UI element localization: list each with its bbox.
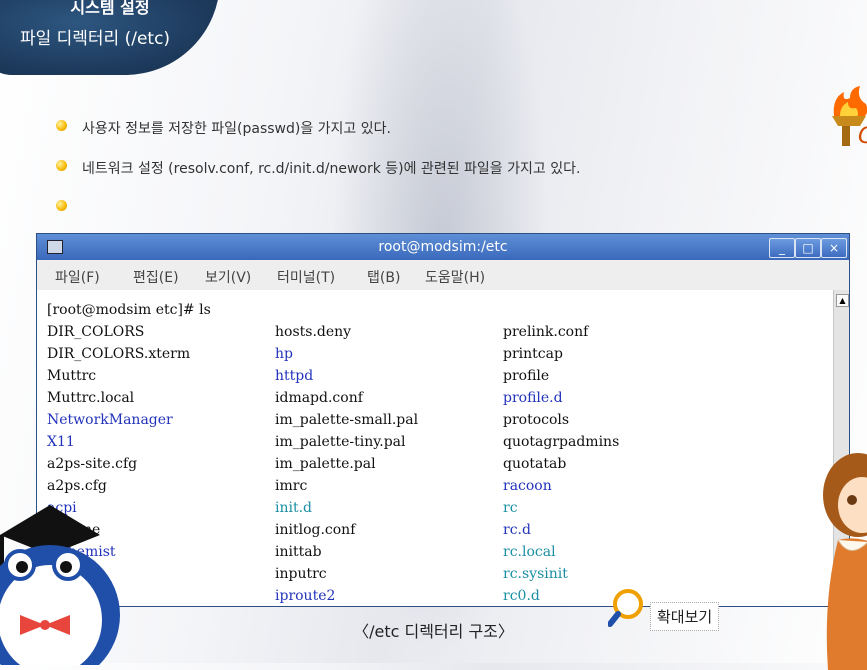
file-entry: im_palette-tiny.pal bbox=[275, 434, 406, 450]
menu-help[interactable]: 도움말(H) bbox=[425, 267, 485, 287]
torch-letter: C bbox=[858, 124, 867, 149]
file-entry: DIR_COLORS bbox=[47, 324, 145, 340]
menu-bar: 파일(F) 편집(E) 보기(V) 터미널(T) 탭(B) 도움말(H) bbox=[37, 260, 849, 290]
file-entry: Muttrc bbox=[47, 368, 97, 384]
bullet-icon bbox=[56, 120, 67, 131]
bullet-text: 사용자 정보를 저장한 파일(passwd)을 가지고 있다. bbox=[82, 121, 391, 137]
file-entry: hp bbox=[275, 346, 293, 362]
zoom-label[interactable]: 확대보기 bbox=[650, 602, 720, 631]
file-entry: rc.sysinit bbox=[503, 566, 568, 582]
file-entry: rc.local bbox=[503, 544, 556, 560]
file-entry: X11 bbox=[47, 434, 75, 450]
menu-terminal[interactable]: 터미널(T) bbox=[277, 267, 335, 287]
terminal-output[interactable]: [root@modsim etc]# ls DIR_COLORS DIR_COLO… bbox=[37, 290, 833, 606]
listing-column-2: hosts.deny hp httpd idmapd.conf im_palette-s… bbox=[275, 324, 419, 606]
file-entry: profile.d bbox=[503, 390, 563, 406]
bullet-text: 네트워크 설정 (resolv.conf, rc.d/init.d/nework… bbox=[82, 161, 581, 177]
file-entry: rc.d bbox=[503, 522, 531, 538]
file-entry: protocols bbox=[503, 412, 570, 428]
file-entry: a2ps-site.cfg bbox=[47, 456, 138, 472]
file-entry: iproute2 bbox=[275, 588, 336, 604]
magnifier-icon bbox=[607, 589, 643, 627]
minimize-button[interactable]: _ bbox=[769, 238, 795, 258]
terminal-window: root@modsim:/etc _ □ × 파일(F) 편집(E) 보기(V)… bbox=[36, 233, 850, 607]
file-entry: im_palette-small.pal bbox=[275, 412, 419, 428]
menu-edit[interactable]: 편집(E) bbox=[133, 267, 179, 287]
file-entry: httpd bbox=[275, 368, 314, 384]
zoom-button[interactable]: 확대보기 bbox=[607, 588, 748, 638]
scroll-up-icon[interactable]: ▲ bbox=[836, 294, 849, 307]
file-entry: initlog.conf bbox=[275, 522, 356, 538]
file-entry: DIR_COLORS.xterm bbox=[47, 346, 191, 362]
file-entry: Muttrc.local bbox=[47, 390, 135, 406]
menu-view[interactable]: 보기(V) bbox=[205, 267, 251, 287]
file-entry: hosts.deny bbox=[275, 324, 352, 340]
file-entry: NetworkManager bbox=[47, 412, 173, 428]
file-entry: inittab bbox=[275, 544, 322, 560]
file-entry: init.d bbox=[275, 500, 313, 516]
file-entry: idmapd.conf bbox=[275, 390, 363, 406]
listing-column-3: prelink.conf printcap profile profile.d prot… bbox=[503, 324, 620, 606]
close-button[interactable]: × bbox=[821, 238, 847, 258]
file-entry: profile bbox=[503, 368, 550, 384]
file-entry: im_palette.pal bbox=[275, 456, 376, 472]
file-entry: imrc bbox=[275, 478, 308, 494]
menu-file[interactable]: 파일(F) bbox=[55, 267, 100, 287]
file-entry: a2ps.cfg bbox=[47, 478, 107, 494]
maximize-button[interactable]: □ bbox=[795, 238, 821, 258]
bullet-icon bbox=[56, 200, 67, 211]
file-entry: rc0.d bbox=[503, 588, 540, 604]
menu-tabs[interactable]: 탭(B) bbox=[367, 267, 400, 287]
bullet-icon bbox=[56, 160, 67, 171]
shell-prompt: [root@modsim etc]# ls bbox=[47, 302, 211, 318]
page-title: 파일 디렉터리 (/etc) bbox=[19, 29, 171, 49]
file-entry: printcap bbox=[503, 346, 563, 362]
window-title: root@modsim:/etc bbox=[378, 239, 508, 255]
file-entry: prelink.conf bbox=[503, 324, 589, 340]
file-entry: quotatab bbox=[503, 456, 567, 472]
file-entry: racoon bbox=[503, 478, 552, 494]
section-title: 시스템 설정 bbox=[70, 0, 150, 17]
window-titlebar[interactable]: root@modsim:/etc _ □ × bbox=[37, 234, 849, 260]
file-entry: quotagrpadmins bbox=[503, 434, 620, 450]
file-entry: inputrc bbox=[275, 566, 327, 582]
file-entry: rc bbox=[503, 500, 518, 516]
